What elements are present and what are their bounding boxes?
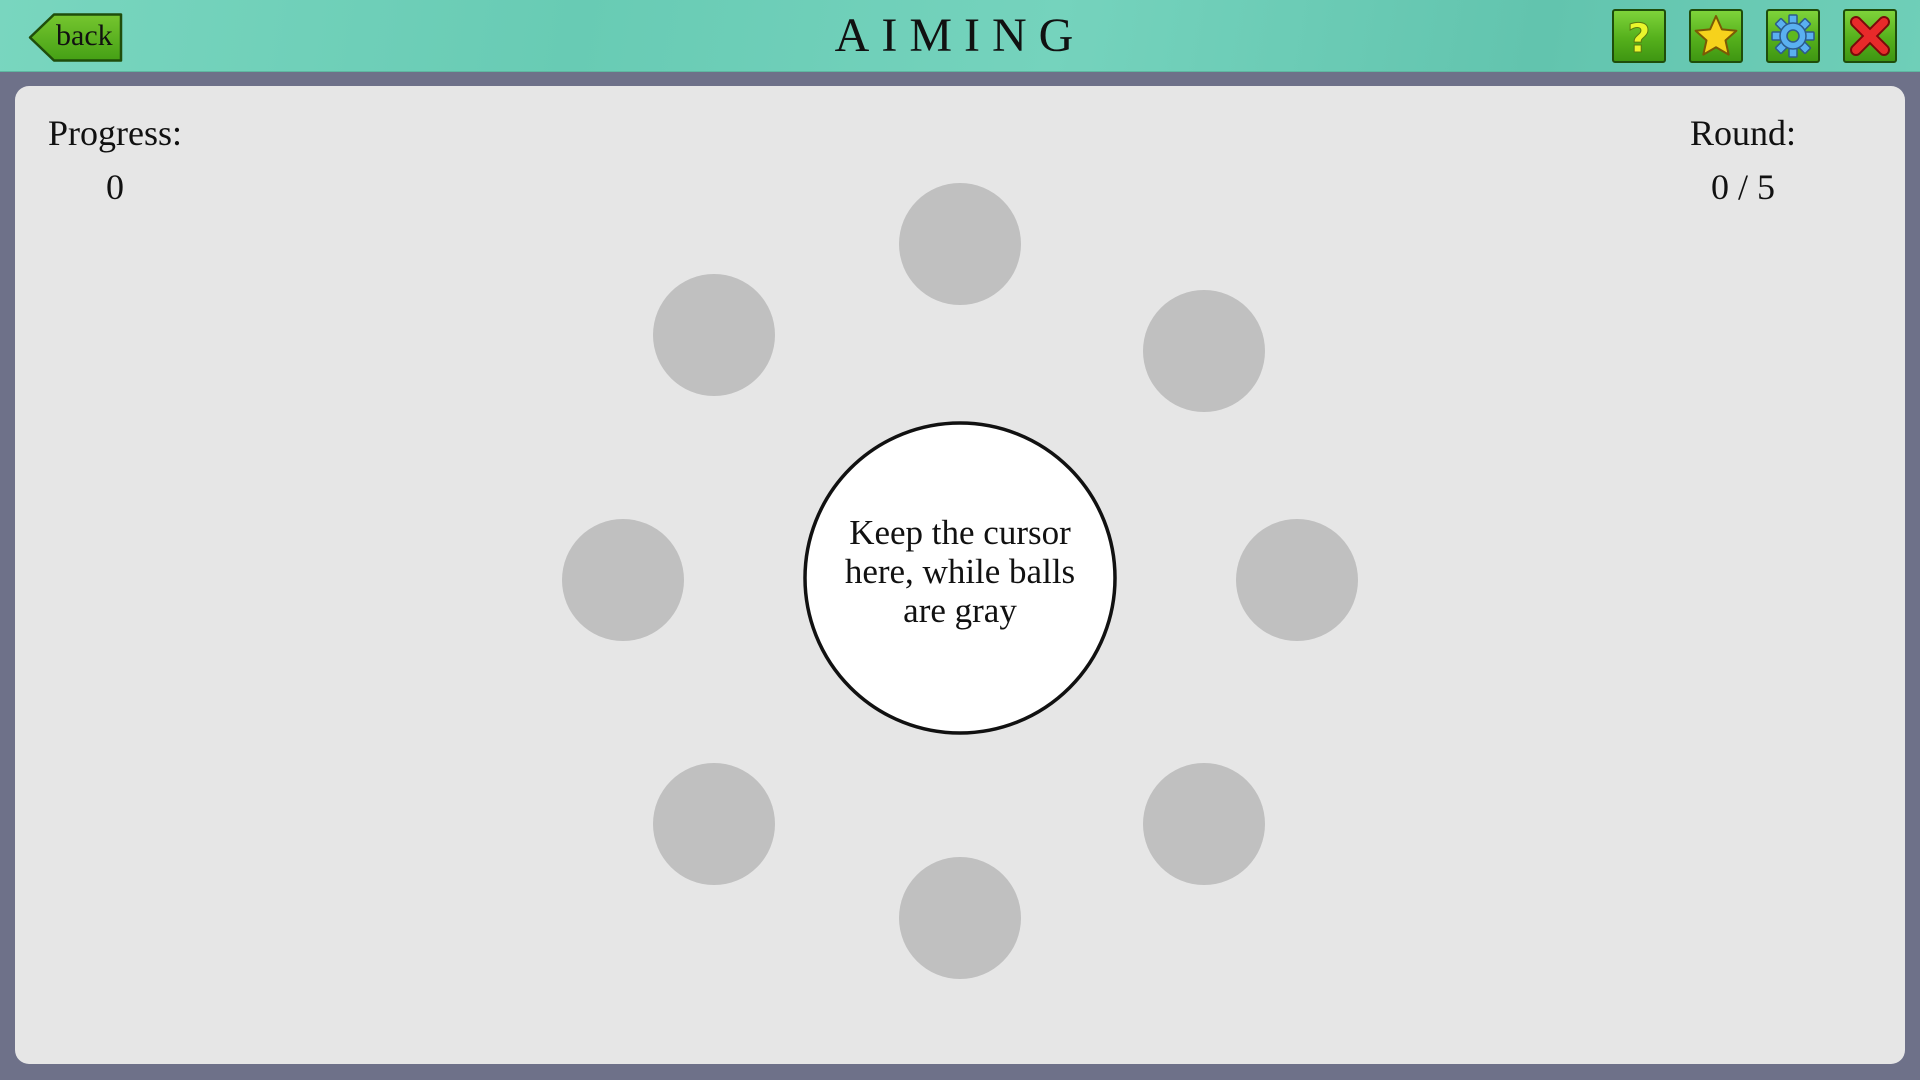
round-label: Round: [1689,113,1796,153]
gear-icon [1771,14,1815,58]
target-ball-right[interactable] [1236,519,1358,641]
target-ball-bottom-right[interactable] [1143,763,1265,885]
target-ball-left[interactable] [562,519,684,641]
target-ball-top[interactable] [899,183,1021,305]
target-ball-top-left[interactable] [653,274,775,396]
target-ball-bottom[interactable] [899,857,1021,979]
progress-value: 0 [106,167,124,207]
settings-button[interactable] [1766,9,1820,63]
star-icon [1694,15,1738,56]
target-ball-bottom-left[interactable] [653,763,775,885]
center-instruction: Keep the cursor here, while balls are gr… [844,513,1076,630]
help-button[interactable]: ? [1612,9,1666,63]
question-icon: ? [1627,16,1651,62]
progress-label: Progress: [48,113,182,153]
center-cursor-zone[interactable]: Keep the cursor here, while balls are gr… [803,421,1117,735]
svg-text:?: ? [1627,16,1650,61]
close-button[interactable] [1843,9,1897,63]
target-ball-top-right[interactable] [1143,290,1265,412]
top-bar: back AIMING ? [0,0,1920,72]
favorite-button[interactable] [1689,9,1743,63]
round-value: 0 / 5 [1710,167,1775,207]
close-icon [1850,16,1890,56]
